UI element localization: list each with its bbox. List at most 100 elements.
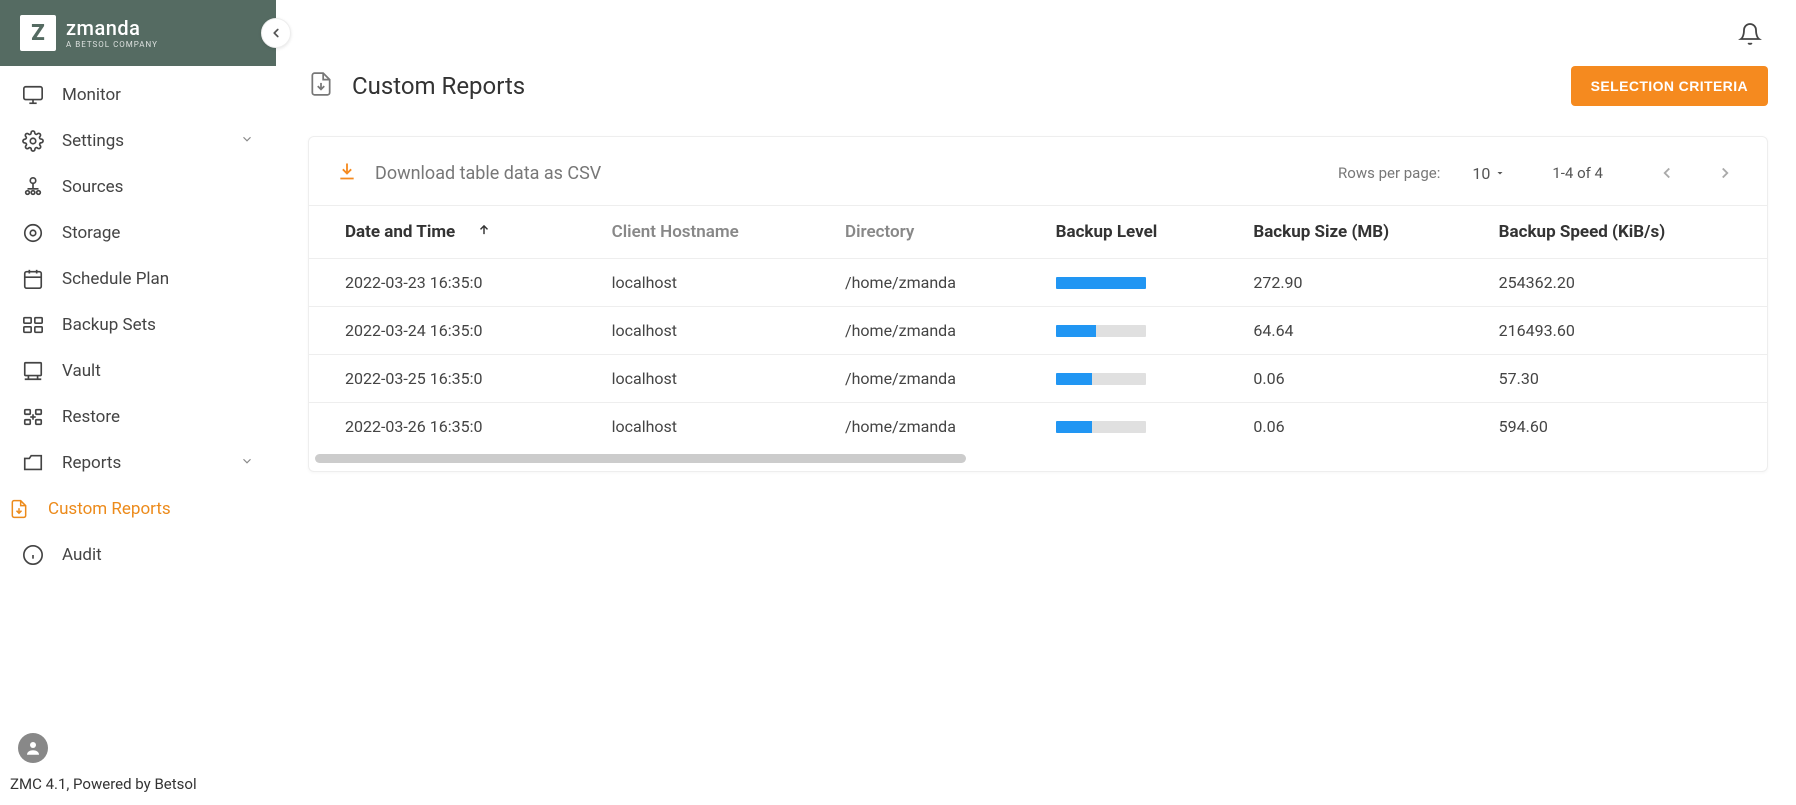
cell-date: 2022-03-26 16:35:0 bbox=[309, 403, 592, 451]
sidebar-item-restore[interactable]: Restore bbox=[0, 394, 276, 440]
sidebar-item-backup-sets[interactable]: Backup Sets bbox=[0, 302, 276, 348]
cell-date: 2022-03-24 16:35:0 bbox=[309, 307, 592, 355]
horizontal-scrollbar[interactable] bbox=[309, 450, 1767, 471]
col-level-header[interactable]: Backup Level bbox=[1036, 206, 1234, 259]
reports-icon bbox=[22, 452, 44, 474]
cell-level bbox=[1036, 307, 1234, 355]
sidebar-item-label: Storage bbox=[62, 223, 120, 243]
download-csv-link[interactable]: Download table data as CSV bbox=[375, 163, 601, 184]
sidebar-item-monitor[interactable]: Monitor bbox=[0, 72, 276, 118]
caret-down-icon bbox=[1494, 167, 1506, 179]
brand-mark-icon: Z bbox=[20, 15, 56, 51]
sidebar-item-settings[interactable]: Settings bbox=[0, 118, 276, 164]
cell-dir: /home/zmanda bbox=[825, 355, 1036, 403]
cell-size: 0.06 bbox=[1233, 355, 1478, 403]
sidebar-collapse-button[interactable] bbox=[261, 18, 291, 48]
cell-host: localhost bbox=[592, 403, 825, 451]
col-size-header[interactable]: Backup Size (MB) bbox=[1233, 206, 1478, 259]
sidebar-item-sources[interactable]: Sources bbox=[0, 164, 276, 210]
restore-icon bbox=[22, 406, 44, 428]
avatar[interactable] bbox=[18, 733, 48, 763]
main-content: Custom Reports SELECTION CRITERIA Downlo… bbox=[276, 0, 1796, 805]
sidebar-item-storage[interactable]: Storage bbox=[0, 210, 276, 256]
chevron-left-icon bbox=[269, 26, 283, 40]
cell-size: 64.64 bbox=[1233, 307, 1478, 355]
report-table: Date and Time Client Hostname Directory … bbox=[309, 205, 1767, 450]
sidebar-item-label: Custom Reports bbox=[48, 499, 171, 519]
cell-date: 2022-03-23 16:35:0 bbox=[309, 259, 592, 307]
cell-level bbox=[1036, 403, 1234, 451]
col-dir-header[interactable]: Directory bbox=[825, 206, 1036, 259]
sidebar-item-label: Sources bbox=[62, 177, 123, 197]
cell-host: localhost bbox=[592, 259, 825, 307]
cell-level bbox=[1036, 259, 1234, 307]
sidebar-item-schedule-plan[interactable]: Schedule Plan bbox=[0, 256, 276, 302]
gear-icon bbox=[22, 130, 44, 152]
col-dir-label: Directory bbox=[845, 222, 914, 242]
cell-level bbox=[1036, 355, 1234, 403]
user-area bbox=[0, 729, 276, 769]
table-row[interactable]: 2022-03-26 16:35:0localhost/home/zmanda0… bbox=[309, 403, 1767, 451]
col-speed-label: Backup Speed (KiB/s) bbox=[1499, 222, 1666, 242]
sidebar-item-label: Settings bbox=[62, 131, 124, 151]
rows-per-page-value: 10 bbox=[1472, 164, 1490, 183]
table-row[interactable]: 2022-03-24 16:35:0localhost/home/zmanda6… bbox=[309, 307, 1767, 355]
bell-icon bbox=[1738, 22, 1762, 46]
cell-speed: 594.60 bbox=[1479, 403, 1767, 451]
cell-size: 272.90 bbox=[1233, 259, 1478, 307]
prev-page-button[interactable] bbox=[1653, 159, 1681, 187]
cell-dir: /home/zmanda bbox=[825, 259, 1036, 307]
chevron-right-icon bbox=[1716, 164, 1734, 182]
download-icon bbox=[337, 161, 357, 186]
brand-bar: Z zmanda A BETSOL COMPANY bbox=[0, 0, 276, 66]
brand-name: zmanda bbox=[66, 18, 158, 38]
cell-speed: 254362.20 bbox=[1479, 259, 1767, 307]
sidebar-nav: Monitor Settings Sources bbox=[0, 66, 276, 729]
sidebar-item-label: Audit bbox=[62, 545, 102, 565]
sidebar-item-reports[interactable]: Reports bbox=[0, 440, 276, 486]
backup-sets-icon bbox=[22, 314, 44, 336]
topbar bbox=[308, 8, 1768, 60]
cell-speed: 216493.60 bbox=[1479, 307, 1767, 355]
sort-asc-icon bbox=[477, 222, 491, 242]
col-level-label: Backup Level bbox=[1056, 222, 1158, 242]
col-date-header[interactable]: Date and Time bbox=[309, 206, 592, 259]
vault-icon bbox=[22, 360, 44, 382]
info-icon bbox=[22, 544, 44, 566]
cell-host: localhost bbox=[592, 307, 825, 355]
chevron-left-icon bbox=[1658, 164, 1676, 182]
col-speed-header[interactable]: Backup Speed (KiB/s) bbox=[1479, 206, 1767, 259]
sidebar-item-audit[interactable]: Audit bbox=[0, 532, 276, 578]
sidebar-item-custom-reports[interactable]: Custom Reports bbox=[0, 486, 276, 532]
rows-per-page-label: Rows per page: bbox=[1338, 164, 1440, 182]
sidebar-item-label: Monitor bbox=[62, 85, 121, 105]
next-page-button[interactable] bbox=[1711, 159, 1739, 187]
col-host-label: Client Hostname bbox=[612, 222, 739, 242]
sidebar-item-label: Schedule Plan bbox=[62, 269, 169, 289]
col-size-label: Backup Size (MB) bbox=[1253, 222, 1389, 242]
document-download-icon bbox=[8, 498, 30, 520]
notifications-button[interactable] bbox=[1732, 16, 1768, 56]
monitor-icon bbox=[22, 84, 44, 106]
page-title: Custom Reports bbox=[352, 72, 525, 100]
col-host-header[interactable]: Client Hostname bbox=[592, 206, 825, 259]
chevron-down-icon bbox=[240, 131, 254, 151]
sidebar-item-vault[interactable]: Vault bbox=[0, 348, 276, 394]
sidebar: Z zmanda A BETSOL COMPANY Monitor bbox=[0, 0, 276, 805]
sidebar-item-label: Reports bbox=[62, 453, 121, 473]
sidebar-item-label: Vault bbox=[62, 361, 101, 381]
table-row[interactable]: 2022-03-25 16:35:0localhost/home/zmanda0… bbox=[309, 355, 1767, 403]
page-header: Custom Reports SELECTION CRITERIA bbox=[308, 66, 1768, 106]
sidebar-item-label: Backup Sets bbox=[62, 315, 156, 335]
brand-subtitle: A BETSOL COMPANY bbox=[66, 41, 158, 49]
scrollbar-thumb[interactable] bbox=[315, 454, 966, 463]
document-download-icon bbox=[308, 71, 334, 101]
col-date-label: Date and Time bbox=[345, 222, 455, 242]
brand-logo[interactable]: Z zmanda A BETSOL COMPANY bbox=[20, 15, 158, 51]
footer-version: ZMC 4.1, Powered by Betsol bbox=[0, 769, 276, 805]
rows-per-page-select[interactable]: 10 bbox=[1472, 164, 1506, 183]
report-card: Download table data as CSV Rows per page… bbox=[308, 136, 1768, 472]
table-row[interactable]: 2022-03-23 16:35:0localhost/home/zmanda 2… bbox=[309, 259, 1767, 307]
cell-host: localhost bbox=[592, 355, 825, 403]
selection-criteria-button[interactable]: SELECTION CRITERIA bbox=[1571, 66, 1768, 106]
